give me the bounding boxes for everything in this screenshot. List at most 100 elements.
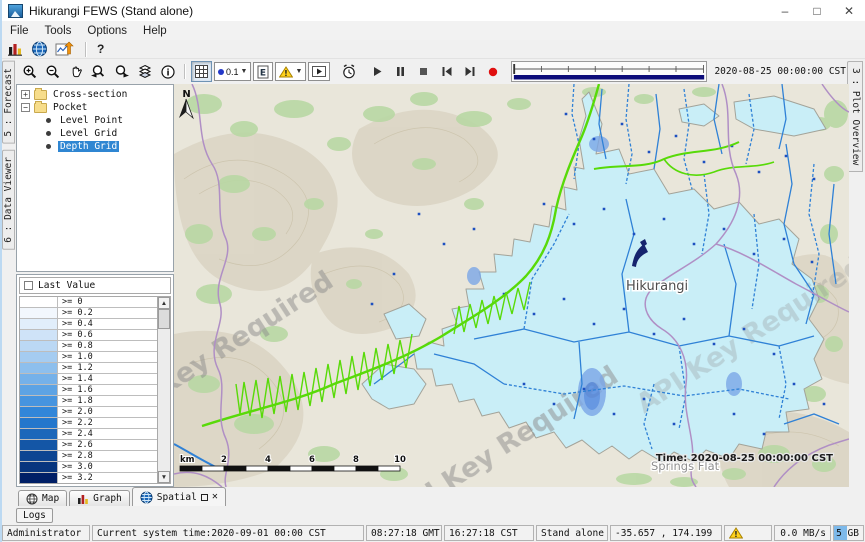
svg-text:4: 4 [265,455,271,465]
menu-help[interactable]: Help [135,25,175,37]
bar-chart-icon [77,493,89,505]
tab-graph[interactable]: Graph [69,490,130,506]
tree-leaf-level-point[interactable]: Level Point [17,114,173,127]
skip-start-icon[interactable] [436,61,457,82]
legend-swatch [20,462,58,472]
legend-row: >= 2.8 [20,451,157,462]
app-icon [8,4,23,18]
maximize-button[interactable]: □ [801,0,833,21]
svg-text:8: 8 [353,455,359,465]
map-canvas[interactable]: API Key Required API Key Required API Ke… [174,84,849,487]
menu-tools[interactable]: Tools [37,25,80,37]
zoom-next-icon[interactable] [111,61,132,82]
tab-data-viewer[interactable]: 6 : Data Viewer [2,150,15,250]
title-bar: Hikurangi FEWS (Stand alone) – □ ✕ [2,0,865,21]
tab-spatial[interactable]: Spatial ✕ [132,487,226,506]
tab-map[interactable]: Map [18,490,67,506]
time-settings-icon[interactable] [338,61,359,82]
restore-panel-icon[interactable] [201,494,208,501]
close-tab-icon[interactable]: ✕ [212,492,218,502]
info-icon[interactable]: i [157,61,178,82]
svg-text:!: ! [734,530,738,539]
tree-node-cross-section[interactable]: + Cross-section [17,88,173,101]
menu-file[interactable]: File [2,25,37,37]
status-warning[interactable]: ! [724,525,772,541]
svg-text:!: ! [285,68,289,77]
bullet-icon [46,144,51,149]
tree-leaf-depth-grid[interactable]: Depth Grid [17,140,173,153]
tab-graph-label: Graph [93,493,122,504]
logs-button[interactable]: Logs [16,508,53,523]
left-panel: + Cross-section − Pocket Level Point Lev… [16,84,174,487]
legend-swatch [20,341,58,351]
play-icon[interactable] [367,61,388,82]
town-label: Hikurangi [626,279,688,294]
legend-swatch [20,352,58,362]
legend-label: >= 1.2 [58,363,157,373]
scroll-up-icon[interactable]: ▲ [158,297,170,309]
legend-label: >= 2.4 [58,429,157,439]
label-button[interactable]: E [253,62,273,81]
zoom-previous-icon[interactable] [88,61,109,82]
window-title: Hikurangi FEWS (Stand alone) [29,4,193,18]
svg-text:6: 6 [309,455,315,465]
tree-node-pocket[interactable]: − Pocket [17,101,173,114]
legend-row: >= 0.4 [20,319,157,330]
legend-row: >= 1.8 [20,396,157,407]
layers-icon[interactable] [134,61,155,82]
bullet-icon [46,131,51,136]
time-slider[interactable] [511,61,707,82]
svg-text:i: i [166,68,169,78]
legend-table: >= 0 >= 0.2 >= 0.4 >= 0.6 >= 0.8 >= 1.0 … [19,296,171,484]
legend-label: >= 0.8 [58,341,157,351]
timeline-datetime: 2020-08-25 00:00:00 CST [714,66,846,77]
legend-swatch [20,385,58,395]
svg-text:2: 2 [221,455,227,465]
close-button[interactable]: ✕ [833,0,865,21]
help-button[interactable]: ? [97,42,104,56]
tree-leaf-level-grid[interactable]: Level Grid [17,127,173,140]
scale-bar-segments [180,466,400,471]
globe-icon[interactable] [31,41,48,57]
toolbar-separator [184,64,185,79]
pan-hand-icon[interactable] [65,61,86,82]
legend-swatch [20,374,58,384]
pause-icon[interactable] [390,61,411,82]
scroll-thumb[interactable] [158,309,170,329]
tab-forecast[interactable]: 5 : Forecast [2,61,15,144]
collapse-icon[interactable]: − [21,103,30,112]
warning-dropdown[interactable]: ! ▼ [275,62,306,81]
status-gmt-time: 08:27:18 GMT [366,525,442,541]
legend-row: >= 2.2 [20,418,157,429]
expand-icon[interactable]: + [21,90,30,99]
grid-toggle-icon[interactable] [191,61,212,82]
main-toolbar: ? [2,40,865,59]
point-threshold-dropdown[interactable]: 0.1 ▼ [214,62,251,81]
animation-button[interactable] [308,62,330,81]
record-icon[interactable] [482,61,503,82]
svg-text:E: E [260,68,266,78]
zoom-in-icon[interactable] [19,61,40,82]
menu-options[interactable]: Options [79,25,135,37]
legend-swatch [20,396,58,406]
tab-plot-overview[interactable]: 3 : Plot Overview [847,61,863,172]
zoom-out-icon[interactable] [42,61,63,82]
chart-arrow-icon[interactable] [55,41,74,57]
svg-text:10: 10 [394,455,406,465]
stop-icon[interactable] [413,61,434,82]
database-chart-icon[interactable] [7,41,24,57]
tree-leaf-label: Level Grid [58,128,119,139]
legend-label: >= 3.2 [58,473,157,483]
status-mode: Stand alone [536,525,608,541]
legend-swatch [20,473,58,483]
status-memory: 2.5 GB [833,525,864,541]
legend-swatch [20,407,58,417]
scroll-down-icon[interactable]: ▼ [158,471,170,483]
tree-leaf-label: Level Point [58,115,125,126]
last-value-checkbox[interactable] [24,281,33,290]
legend-scrollbar[interactable]: ▲ ▼ [157,297,170,483]
time-slider-track [512,62,706,81]
skip-end-icon[interactable] [459,61,480,82]
layers-tree: + Cross-section − Pocket Level Point Lev… [16,84,174,272]
minimize-button[interactable]: – [769,0,801,21]
